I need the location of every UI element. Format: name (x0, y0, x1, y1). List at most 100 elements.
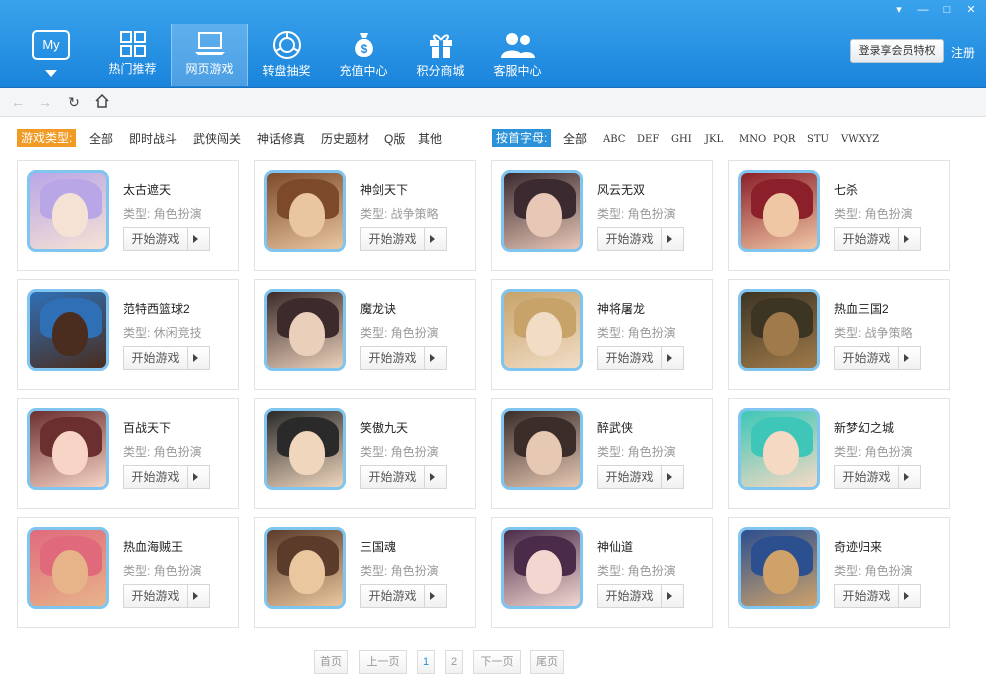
game-title[interactable]: 百战天下 (123, 419, 171, 436)
game-title[interactable]: 魔龙诀 (360, 300, 396, 317)
start-game-button[interactable]: 开始游戏 (360, 465, 447, 489)
play-arrow-icon[interactable] (430, 235, 435, 243)
game-title[interactable]: 热血三国2 (834, 300, 889, 317)
start-game-button[interactable]: 开始游戏 (834, 465, 921, 489)
start-game-button[interactable]: 开始游戏 (834, 584, 921, 608)
close-icon[interactable]: ✕ (964, 4, 978, 16)
page-1-button[interactable]: 1 (417, 650, 435, 674)
game-avatar-image[interactable] (738, 408, 820, 490)
forward-arrow-icon[interactable]: → (37, 94, 53, 110)
play-arrow-icon[interactable] (430, 473, 435, 481)
game-card[interactable]: 神仙道 类型: 角色扮演 开始游戏 (491, 517, 713, 628)
play-arrow-icon[interactable] (430, 592, 435, 600)
game-title[interactable]: 风云无双 (597, 181, 645, 198)
nav-recharge-center[interactable]: $ 充值中心 (325, 24, 402, 86)
menu-dropdown-icon[interactable]: ▾ (892, 4, 906, 16)
game-avatar-image[interactable] (27, 289, 109, 371)
play-arrow-icon[interactable] (904, 354, 909, 362)
game-title[interactable]: 热血海贼王 (123, 538, 183, 555)
my-logo-button[interactable]: My (32, 30, 70, 60)
game-card[interactable]: 热血三国2 类型: 战争策略 开始游戏 (728, 279, 950, 390)
register-link[interactable]: 注册 (951, 44, 975, 61)
game-card[interactable]: 新梦幻之城 类型: 角色扮演 开始游戏 (728, 398, 950, 509)
next-page-button[interactable]: 下一页 (473, 650, 521, 674)
alpha-filter-option[interactable]: VWXYZ (841, 132, 879, 148)
game-card[interactable]: 神将屠龙 类型: 角色扮演 开始游戏 (491, 279, 713, 390)
alpha-filter-option[interactable]: STU (807, 132, 829, 148)
play-arrow-icon[interactable] (193, 235, 198, 243)
game-avatar-image[interactable] (27, 408, 109, 490)
game-avatar-image[interactable] (501, 289, 583, 371)
game-title[interactable]: 笑傲九天 (360, 419, 408, 436)
game-avatar-image[interactable] (264, 170, 346, 252)
game-avatar-image[interactable] (501, 527, 583, 609)
alpha-filter-option[interactable]: DEF (637, 132, 659, 148)
game-avatar-image[interactable] (27, 170, 109, 252)
last-page-button[interactable]: 尾页 (530, 650, 564, 674)
type-filter-option[interactable]: 即时战斗 (129, 131, 177, 147)
back-arrow-icon[interactable]: ← (10, 94, 26, 110)
start-game-button[interactable]: 开始游戏 (597, 465, 684, 489)
game-card[interactable]: 七杀 类型: 角色扮演 开始游戏 (728, 160, 950, 271)
alpha-filter-option[interactable]: MNO (739, 132, 766, 148)
start-game-button[interactable]: 开始游戏 (123, 346, 210, 370)
play-arrow-icon[interactable] (904, 473, 909, 481)
maximize-icon[interactable]: □ (940, 4, 954, 16)
type-filter-all[interactable]: 全部 (89, 131, 113, 147)
play-arrow-icon[interactable] (430, 354, 435, 362)
game-avatar-image[interactable] (738, 289, 820, 371)
nav-web-games[interactable]: 网页游戏 (171, 24, 248, 86)
nav-lucky-wheel[interactable]: 转盘抽奖 (248, 24, 325, 86)
minimize-icon[interactable]: — (916, 4, 930, 16)
game-card[interactable]: 奇迹归来 类型: 角色扮演 开始游戏 (728, 517, 950, 628)
play-arrow-icon[interactable] (667, 473, 672, 481)
game-card[interactable]: 范特西篮球2 类型: 休闲竞技 开始游戏 (17, 279, 239, 390)
start-game-button[interactable]: 开始游戏 (360, 346, 447, 370)
game-avatar-image[interactable] (501, 170, 583, 252)
game-title[interactable]: 七杀 (834, 181, 858, 198)
alpha-filter-option[interactable]: GHI (671, 132, 692, 148)
prev-page-button[interactable]: 上一页 (359, 650, 407, 674)
game-card[interactable]: 风云无双 类型: 角色扮演 开始游戏 (491, 160, 713, 271)
start-game-button[interactable]: 开始游戏 (123, 465, 210, 489)
game-avatar-image[interactable] (264, 527, 346, 609)
start-game-button[interactable]: 开始游戏 (597, 346, 684, 370)
alpha-filter-option[interactable]: ABC (603, 132, 625, 148)
game-card[interactable]: 太古遮天 类型: 角色扮演 开始游戏 (17, 160, 239, 271)
game-title[interactable]: 醉武侠 (597, 419, 633, 436)
play-arrow-icon[interactable] (193, 354, 198, 362)
start-game-button[interactable]: 开始游戏 (834, 346, 921, 370)
game-title[interactable]: 奇迹归来 (834, 538, 882, 555)
game-card[interactable]: 三国魂 类型: 角色扮演 开始游戏 (254, 517, 476, 628)
home-icon[interactable] (94, 93, 110, 110)
game-card[interactable]: 热血海贼王 类型: 角色扮演 开始游戏 (17, 517, 239, 628)
type-filter-option[interactable]: 神话修真 (257, 131, 305, 147)
game-title[interactable]: 神仙道 (597, 538, 633, 555)
alpha-filter-option[interactable]: JKL (705, 132, 723, 148)
game-title[interactable]: 神剑天下 (360, 181, 408, 198)
game-card[interactable]: 魔龙诀 类型: 角色扮演 开始游戏 (254, 279, 476, 390)
logo-dropdown-icon[interactable] (45, 70, 57, 77)
play-arrow-icon[interactable] (667, 354, 672, 362)
nav-hot-recommend[interactable]: 热门推荐 (94, 24, 171, 86)
game-avatar-image[interactable] (264, 408, 346, 490)
page-2-button[interactable]: 2 (445, 650, 463, 674)
play-arrow-icon[interactable] (193, 592, 198, 600)
alpha-filter-option[interactable]: PQR (773, 132, 795, 148)
refresh-icon[interactable]: ↻ (66, 94, 82, 110)
start-game-button[interactable]: 开始游戏 (597, 227, 684, 251)
game-avatar-image[interactable] (738, 527, 820, 609)
start-game-button[interactable]: 开始游戏 (597, 584, 684, 608)
nav-customer-service[interactable]: 客服中心 (479, 24, 556, 86)
game-card[interactable]: 神剑天下 类型: 战争策略 开始游戏 (254, 160, 476, 271)
start-game-button[interactable]: 开始游戏 (123, 227, 210, 251)
start-game-button[interactable]: 开始游戏 (360, 227, 447, 251)
member-login-button[interactable]: 登录享会员特权 (850, 39, 944, 63)
play-arrow-icon[interactable] (667, 592, 672, 600)
game-card[interactable]: 百战天下 类型: 角色扮演 开始游戏 (17, 398, 239, 509)
game-title[interactable]: 新梦幻之城 (834, 419, 894, 436)
game-avatar-image[interactable] (264, 289, 346, 371)
start-game-button[interactable]: 开始游戏 (360, 584, 447, 608)
game-title[interactable]: 范特西篮球2 (123, 300, 190, 317)
game-title[interactable]: 三国魂 (360, 538, 396, 555)
